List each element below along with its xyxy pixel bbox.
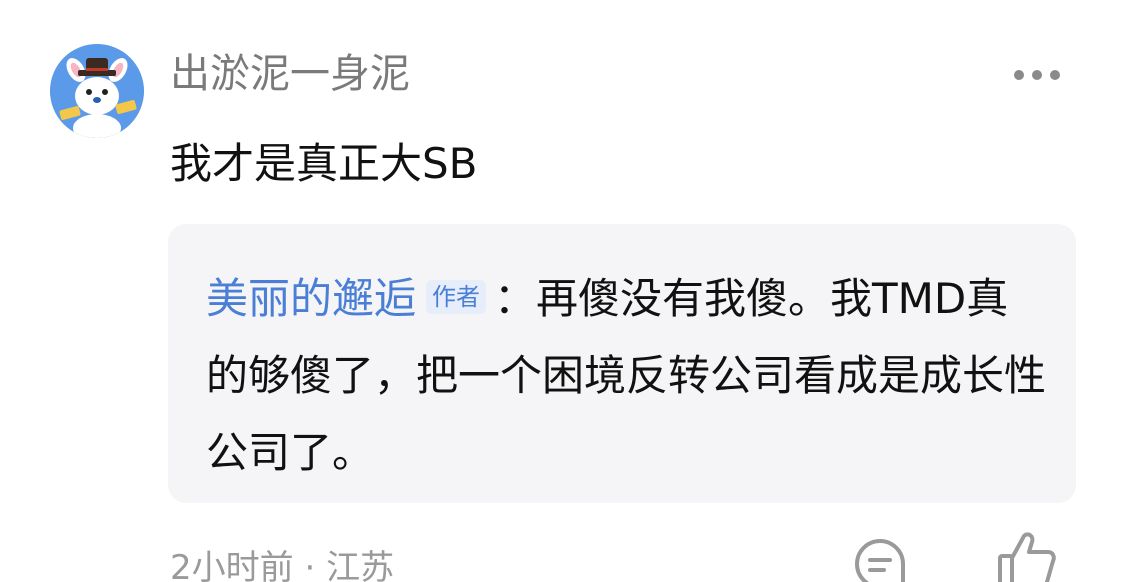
comment-meta: 2小时前 · 江苏 <box>170 546 394 582</box>
cartoon-rabbit-avatar-icon <box>50 44 144 138</box>
avatar[interactable] <box>50 44 144 138</box>
timestamp: 2小时前 <box>170 548 294 582</box>
more-dots-icon[interactable] <box>1010 66 1064 84</box>
quote-body: 美丽的邂逅 作者 ：再傻没有我傻。我TMD真的够傻了，把一个困境反转公司看成是成长性… <box>206 260 1046 491</box>
thumbs-up-icon[interactable] <box>996 528 1058 582</box>
meta-dot: · <box>304 548 316 582</box>
quote-separator: ： <box>494 274 537 323</box>
comment-text: 我才是真正大SB <box>170 139 478 188</box>
quoted-comment[interactable]: 美丽的邂逅 作者 ：再傻没有我傻。我TMD真的够傻了，把一个困境反转公司看成是成长性… <box>168 224 1076 503</box>
comment-icon[interactable] <box>852 536 908 582</box>
author-badge: 作者 <box>426 280 487 314</box>
location: 江苏 <box>326 548 395 582</box>
username[interactable]: 出淤泥一身泥 <box>170 48 410 100</box>
comment-item: 出淤泥一身泥 我才是真正大SB 美丽的邂逅 作者 ：再傻没有我傻。我TMD真的够傻了… <box>0 0 1125 582</box>
quote-author-name[interactable]: 美丽的邂逅 <box>206 274 416 323</box>
